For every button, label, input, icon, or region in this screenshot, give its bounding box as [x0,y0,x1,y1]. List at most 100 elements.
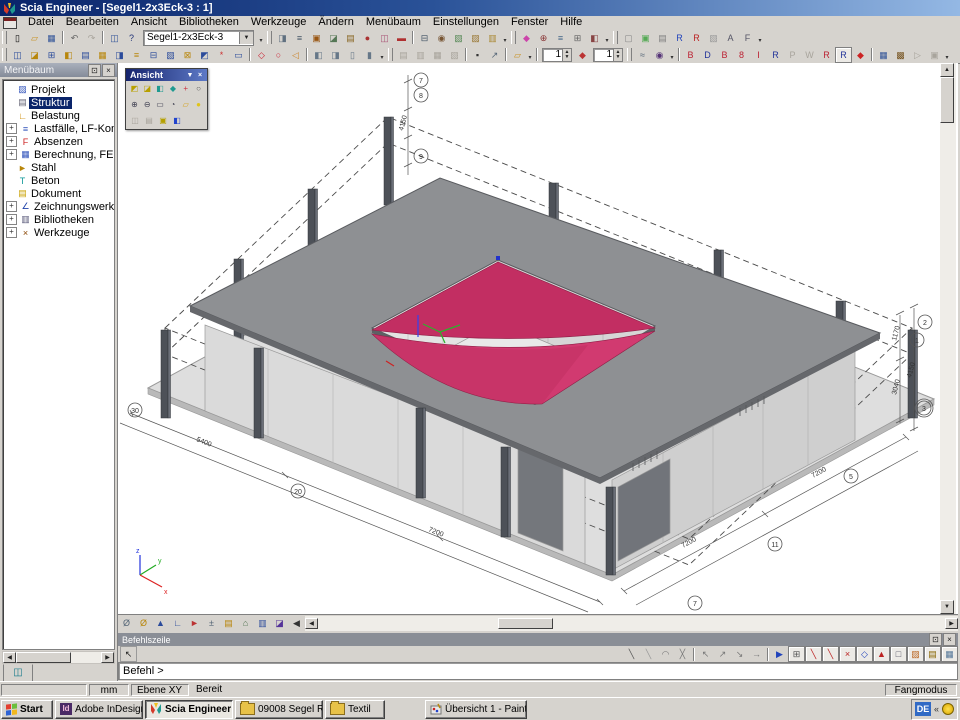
toolbar-button[interactable]: ▬ [393,30,410,46]
toolbar-button[interactable]: ◁ [287,47,304,63]
tree-horizontal-scrollbar[interactable]: ◀ ▶ [2,651,115,664]
tree-item-absenzen[interactable]: +FAbsenzen [3,135,114,148]
toolbar-button[interactable]: ⊞ [788,646,805,662]
ansicht-palette[interactable]: Ansicht ▼ × ◩◪◧◆+○ ⊕⊖▭◔▱● ◫▤▣◧ [125,68,208,130]
toolbar-button[interactable]: ⊞ [569,30,586,46]
toolbar-button[interactable]: ▧ [450,30,467,46]
close-icon[interactable]: × [943,633,956,646]
tree-item-werkzeuge[interactable]: +×Werkzeuge [3,226,114,239]
toolbar-button[interactable]: ▤ [220,615,237,631]
overflow-arrow[interactable]: ▾ [668,54,676,63]
toolbar-button[interactable]: ◇ [253,47,270,63]
toolbar-button[interactable]: ▪ [469,47,486,63]
new[interactable]: ▯ [9,30,26,46]
toolbar-button[interactable]: ◪ [325,30,342,46]
toolbar-button[interactable]: □ [890,646,907,662]
pin-icon[interactable]: ⊡ [929,633,942,646]
toolbar-button[interactable]: ▩ [892,47,909,63]
toolbar-grip[interactable] [613,31,618,44]
chevron-down-icon[interactable]: ▼ [185,72,195,79]
activity-scale[interactable]: 1▲▼ [542,48,572,62]
toolbar-button[interactable]: ◆ [852,47,869,63]
open[interactable]: ▱ [26,30,43,46]
toolbar-button[interactable]: ◪ [26,47,43,63]
toolbar-button[interactable]: ▲ [873,646,890,662]
tray-chevron-icon[interactable]: « [934,704,939,714]
view-folder[interactable]: ▱ [179,98,192,112]
toolbar-button[interactable]: ≡ [291,30,308,46]
toolbar-grip[interactable] [2,31,7,44]
menu-menuebaum[interactable]: Menübaum [360,16,427,29]
view-axo-2[interactable]: ◪ [141,82,154,96]
view-axo-4[interactable]: ◆ [166,82,179,96]
toolbar-button[interactable]: ⊟ [416,30,433,46]
toolbar-button[interactable]: ∟ [169,615,186,631]
toolbar-button[interactable]: ▦ [941,646,958,662]
toolbar-button[interactable]: ╲ [640,646,657,662]
menu-werkzeuge[interactable]: Werkzeuge [245,16,312,29]
toolbar-button[interactable]: ▲ [152,615,169,631]
toolbar-button[interactable]: ▤ [924,646,941,662]
toolbar-button[interactable]: ● [359,30,376,46]
toolbar-button[interactable]: ⊟ [145,47,162,63]
toolbar-button[interactable]: ◉ [651,47,668,63]
menu-einstellungen[interactable]: Einstellungen [427,16,505,29]
toolbar-button[interactable]: ⊕ [535,30,552,46]
toolbar-button[interactable]: ◨ [274,30,291,46]
overflow-arrow[interactable]: ▾ [943,54,951,63]
toolbar-grip[interactable] [267,31,272,44]
toolbar-button[interactable]: ◆ [518,30,535,46]
expand-icon[interactable]: + [6,149,17,160]
toolbar-button[interactable]: ≡ [552,30,569,46]
toolbar-button[interactable]: ▶ [771,646,788,662]
task-scia-engineer[interactable]: Scia Engineer - [... [145,700,233,719]
model-viewport[interactable]: 5400 7200 7200 7200 1170 3040 4150 4150 … [118,63,958,614]
overflow-arrow[interactable]: ▾ [756,37,764,46]
toolbar-button[interactable]: ▤ [77,47,94,63]
toolbar-button[interactable]: ⌂ [237,615,254,631]
toolbar-grip[interactable] [511,31,516,44]
overflow-arrow[interactable]: ▾ [257,37,265,46]
toolbar-button[interactable]: ▣ [637,30,654,46]
viewport-vertical-scrollbar[interactable]: ▲ ▼ [940,63,956,614]
task-indesign[interactable]: Id Adobe InDesign C... [55,700,143,719]
toolbar-button[interactable]: ◆ [574,47,591,63]
task-folder-09008[interactable]: 09008 Segel Rech... [235,700,323,719]
plane-cell[interactable]: Ebene XY [131,684,189,696]
pin-icon[interactable]: ⊡ [88,64,101,77]
toolbar-button[interactable]: B [682,47,699,63]
toolbar-button[interactable]: ○ [270,47,287,63]
scroll-left-icon[interactable]: ◀ [3,652,16,663]
project-combo[interactable]: Segel1-2x3Eck-3 ▼ [143,30,254,46]
menu-bearbeiten[interactable]: Bearbeiten [60,16,125,29]
clipboard-view[interactable]: ▣ [156,114,170,128]
menu-datei[interactable]: Datei [22,16,60,29]
toolbar-button[interactable]: ╳ [674,646,691,662]
toolbar-button[interactable]: Ø [135,615,152,631]
zoom-in[interactable]: ⊕ [128,98,141,112]
expand-icon[interactable]: + [6,214,17,225]
toolbar-button[interactable]: ▤ [342,30,359,46]
toolbar-button[interactable]: ▱ [509,47,526,63]
toolbar-button[interactable]: ▥ [484,30,501,46]
toolbar-button[interactable]: ▯ [344,47,361,63]
tree-item-stahl[interactable]: ►Stahl [3,161,114,174]
toolbar-button[interactable]: ▥ [254,615,271,631]
overflow-arrow[interactable]: ▾ [603,37,611,46]
view-axo-1[interactable]: ◩ [128,82,141,96]
toolbar-button[interactable]: ▦ [94,47,111,63]
toolbar-button[interactable]: ◧ [60,47,77,63]
menu-hilfe[interactable]: Hilfe [554,16,588,29]
toolbar-button[interactable]: ◫ [9,47,26,63]
scroll-up-icon[interactable]: ▲ [940,63,954,77]
toolbar-button[interactable]: R [835,47,852,63]
toolbar-button[interactable]: ▮ [361,47,378,63]
toolbar-button[interactable]: ◨ [111,47,128,63]
toolbar-button[interactable]: ◫ [376,30,393,46]
ansicht-caption[interactable]: Ansicht ▼ × [126,69,207,81]
menu-aendern[interactable]: Ändern [312,16,359,29]
model-scene[interactable]: 5400 7200 7200 7200 1170 3040 4150 4150 … [118,63,938,614]
scroll-left[interactable]: ◀ [288,615,305,631]
toolbar-button[interactable]: ≈ [634,47,651,63]
tree-item-zeichnungswerkzeuge[interactable]: +∠Zeichnungswerkzeuge [3,200,114,213]
